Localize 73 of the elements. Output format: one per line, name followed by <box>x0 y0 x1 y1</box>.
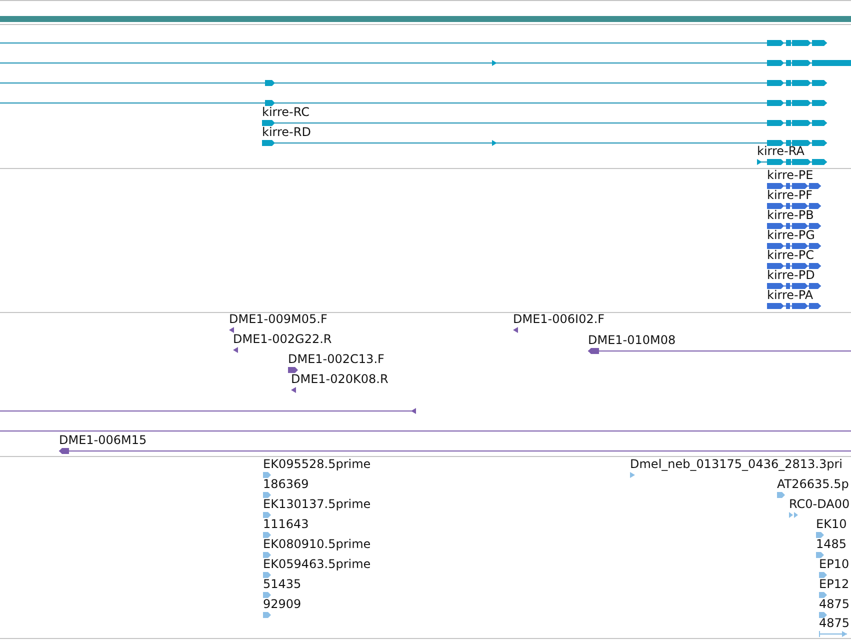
feature-label: 4875 <box>819 618 850 629</box>
arrow-marker-icon[interactable] <box>263 492 271 498</box>
protein-model[interactable] <box>767 243 821 249</box>
feature-label: 51435 <box>263 579 302 590</box>
feature-label: DME1-006I02.F <box>513 314 605 325</box>
arrow-marker-icon[interactable] <box>263 612 271 618</box>
feature-span[interactable] <box>0 428 851 434</box>
protein-model[interactable] <box>767 223 821 229</box>
transcript-model[interactable] <box>0 100 827 106</box>
arrow-marker-icon[interactable] <box>229 327 234 333</box>
transcript-model[interactable] <box>0 40 827 46</box>
transcript-model[interactable] <box>262 140 827 146</box>
feature-label: DME1-009M05.F <box>229 314 328 325</box>
feature-label: Dmel_neb_013175_0436_2813.3pri <box>630 459 842 470</box>
feature-label: 186369 <box>263 479 309 490</box>
protein-model[interactable] <box>767 183 821 189</box>
feature-label: kirre-PA <box>767 290 814 301</box>
arrow-marker-icon[interactable] <box>816 532 824 538</box>
arrow-marker-icon[interactable] <box>263 512 271 518</box>
feature-label: kirre-PG <box>767 230 815 241</box>
arrow-marker-icon[interactable] <box>263 552 271 558</box>
protein-model[interactable] <box>767 283 821 289</box>
feature-label: EK10 <box>816 519 847 530</box>
feature-label: EK080910.5prime <box>263 539 371 550</box>
arrow-marker-icon[interactable] <box>816 552 824 558</box>
arrow-marker-icon[interactable] <box>789 512 798 518</box>
feature-label: kirre-PE <box>767 170 814 181</box>
feature-label: kirre-PF <box>767 190 813 201</box>
feature-label: kirre-RD <box>262 127 311 138</box>
feature-label: 1485 <box>816 539 847 550</box>
feature-label: DME1-020K08.R <box>291 374 388 385</box>
feature-label: RC0-DA00 <box>789 499 850 510</box>
transcript-model[interactable] <box>0 80 827 86</box>
feature-label: kirre-RA <box>757 146 804 157</box>
arrow-marker-icon[interactable] <box>819 592 827 598</box>
feature-label: kirre-PC <box>767 250 814 261</box>
feature-label: 92909 <box>263 599 302 610</box>
feature-label: EK059463.5prime <box>263 559 371 570</box>
arrow-marker-icon[interactable] <box>233 347 238 353</box>
feature-label: EP12 <box>819 579 850 590</box>
feature-label: kirre-RC <box>262 107 310 118</box>
arrow-marker-icon[interactable] <box>263 592 271 598</box>
feature-span[interactable] <box>588 348 851 354</box>
feature-label: DME1-006M15 <box>59 435 147 446</box>
arrow-marker-icon[interactable] <box>819 612 827 618</box>
feature-span[interactable] <box>59 448 851 454</box>
feature-label: EP10 <box>819 559 850 570</box>
feature-span[interactable] <box>0 408 416 414</box>
protein-model[interactable] <box>767 203 821 209</box>
arrow-marker-icon[interactable] <box>630 472 635 478</box>
arrow-marker-icon[interactable] <box>288 367 298 373</box>
arrow-marker-icon[interactable] <box>263 572 271 578</box>
transcript-model[interactable] <box>757 159 827 165</box>
protein-model[interactable] <box>767 263 821 269</box>
transcript-model[interactable] <box>0 60 851 66</box>
feature-label: kirre-PB <box>767 210 814 221</box>
feature-label: DME1-010M08 <box>588 335 676 346</box>
feature-label: AT26635.5p <box>777 479 849 490</box>
feature-label: EK095528.5prime <box>263 459 371 470</box>
feature-label: DME1-002C13.F <box>288 354 384 365</box>
transcript-model[interactable] <box>262 120 827 126</box>
feature-label: kirre-PD <box>767 270 815 281</box>
arrow-marker-icon[interactable] <box>263 472 271 478</box>
feature-label: 111643 <box>263 519 309 530</box>
arrow-marker-icon[interactable] <box>263 532 271 538</box>
arrow-marker-icon[interactable] <box>777 492 785 498</box>
arrow-marker-icon[interactable] <box>513 327 518 333</box>
feature-label: DME1-002G22.R <box>233 334 332 345</box>
feature-label: EK130137.5prime <box>263 499 371 510</box>
protein-model[interactable] <box>767 303 821 309</box>
arrow-marker-icon[interactable] <box>819 572 827 578</box>
arrow-marker-icon[interactable] <box>291 387 296 393</box>
feature-label: 4875 <box>819 599 850 610</box>
